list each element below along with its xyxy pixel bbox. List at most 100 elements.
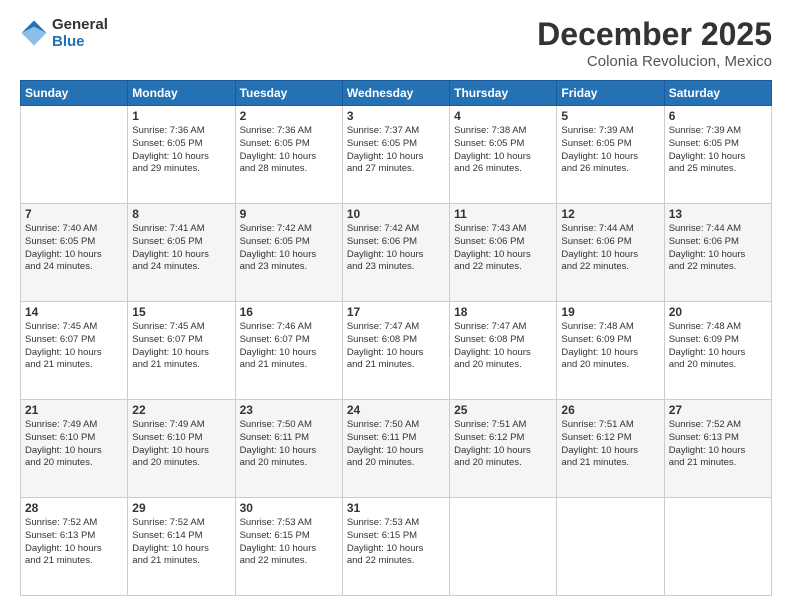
- calendar-header-thursday: Thursday: [450, 81, 557, 106]
- day-number: 6: [669, 109, 767, 123]
- day-info: Sunrise: 7:49 AM Sunset: 6:10 PM Dayligh…: [25, 419, 123, 470]
- calendar-header-wednesday: Wednesday: [342, 81, 449, 106]
- calendar-week-5: 28Sunrise: 7:52 AM Sunset: 6:13 PM Dayli…: [21, 498, 772, 596]
- calendar-cell: 11Sunrise: 7:43 AM Sunset: 6:06 PM Dayli…: [450, 204, 557, 302]
- calendar-cell: 2 Sunrise: 7:36 AM Sunset: 6:05 PM Daylig…: [235, 106, 342, 204]
- day-info: Sunrise: 7:52 AM Sunset: 6:13 PM Dayligh…: [25, 517, 123, 568]
- day-number: 1: [132, 109, 230, 123]
- calendar-cell: 9 Sunrise: 7:42 AM Sunset: 6:05 PM Daylig…: [235, 204, 342, 302]
- day-number: 22: [132, 403, 230, 417]
- subtitle: Colonia Revolucion, Mexico: [537, 53, 772, 70]
- day-info: Sunrise: 7:52 AM Sunset: 6:13 PM Dayligh…: [669, 419, 767, 470]
- calendar-cell: 21Sunrise: 7:49 AM Sunset: 6:10 PM Dayli…: [21, 400, 128, 498]
- day-number: 24: [347, 403, 445, 417]
- calendar-week-4: 21Sunrise: 7:49 AM Sunset: 6:10 PM Dayli…: [21, 400, 772, 498]
- day-number: 18: [454, 305, 552, 319]
- day-number: 19: [561, 305, 659, 319]
- calendar-header-friday: Friday: [557, 81, 664, 106]
- calendar-cell: 24 Sunrise: 7:50 AM Sunset: 6:11 PM Dayli…: [342, 400, 449, 498]
- day-number: 12: [561, 207, 659, 221]
- day-number: 11: [454, 207, 552, 221]
- day-info: Sunrise: 7:50 AM Sunset: 6:11 PM Dayligh…: [347, 419, 445, 470]
- day-info: Sunrise: 7:47 AM Sunset: 6:08 PM Dayligh…: [347, 321, 445, 372]
- day-number: 17: [347, 305, 445, 319]
- calendar-cell: 3 Sunrise: 7:37 AM Sunset: 6:05 PM Daylig…: [342, 106, 449, 204]
- day-info: Sunrise: 7:45 AM Sunset: 6:07 PM Dayligh…: [132, 321, 230, 372]
- day-info: Sunrise: 7:51 AM Sunset: 6:12 PM Dayligh…: [454, 419, 552, 470]
- logo: General Blue: [20, 16, 108, 50]
- day-info: Sunrise: 7:41 AM Sunset: 6:05 PM Dayligh…: [132, 223, 230, 274]
- day-number: 16: [240, 305, 338, 319]
- day-info: Sunrise: 7:37 AM Sunset: 6:05 PM Dayligh…: [347, 125, 445, 176]
- calendar-cell: 15 Sunrise: 7:45 AM Sunset: 6:07 PM Dayli…: [128, 302, 235, 400]
- day-info: Sunrise: 7:36 AM Sunset: 6:05 PM Dayligh…: [240, 125, 338, 176]
- day-number: 27: [669, 403, 767, 417]
- calendar-cell: 5 Sunrise: 7:39 AM Sunset: 6:05 PM Daylig…: [557, 106, 664, 204]
- calendar-cell: 1 Sunrise: 7:36 AM Sunset: 6:05 PM Daylig…: [128, 106, 235, 204]
- day-info: Sunrise: 7:42 AM Sunset: 6:05 PM Dayligh…: [240, 223, 338, 274]
- title-block: December 2025 Colonia Revolucion, Mexico: [537, 16, 772, 70]
- month-title: December 2025: [537, 16, 772, 53]
- calendar-cell: [450, 498, 557, 596]
- day-info: Sunrise: 7:53 AM Sunset: 6:15 PM Dayligh…: [240, 517, 338, 568]
- day-number: 8: [132, 207, 230, 221]
- calendar-cell: 19 Sunrise: 7:48 AM Sunset: 6:09 PM Dayli…: [557, 302, 664, 400]
- day-number: 5: [561, 109, 659, 123]
- calendar-cell: 27 Sunrise: 7:52 AM Sunset: 6:13 PM Dayli…: [664, 400, 771, 498]
- day-number: 15: [132, 305, 230, 319]
- calendar-cell: 8 Sunrise: 7:41 AM Sunset: 6:05 PM Daylig…: [128, 204, 235, 302]
- day-info: Sunrise: 7:47 AM Sunset: 6:08 PM Dayligh…: [454, 321, 552, 372]
- calendar-cell: 25Sunrise: 7:51 AM Sunset: 6:12 PM Dayli…: [450, 400, 557, 498]
- calendar-cell: 23 Sunrise: 7:50 AM Sunset: 6:11 PM Dayli…: [235, 400, 342, 498]
- calendar-header-monday: Monday: [128, 81, 235, 106]
- calendar-cell: 14Sunrise: 7:45 AM Sunset: 6:07 PM Dayli…: [21, 302, 128, 400]
- calendar-cell: 29 Sunrise: 7:52 AM Sunset: 6:14 PM Dayli…: [128, 498, 235, 596]
- day-info: Sunrise: 7:44 AM Sunset: 6:06 PM Dayligh…: [669, 223, 767, 274]
- day-number: 23: [240, 403, 338, 417]
- day-number: 29: [132, 501, 230, 515]
- day-info: Sunrise: 7:38 AM Sunset: 6:05 PM Dayligh…: [454, 125, 552, 176]
- calendar-cell: 10Sunrise: 7:42 AM Sunset: 6:06 PM Dayli…: [342, 204, 449, 302]
- page: General Blue December 2025 Colonia Revol…: [0, 0, 792, 612]
- day-info: Sunrise: 7:45 AM Sunset: 6:07 PM Dayligh…: [25, 321, 123, 372]
- day-info: Sunrise: 7:36 AM Sunset: 6:05 PM Dayligh…: [132, 125, 230, 176]
- calendar-week-2: 7 Sunrise: 7:40 AM Sunset: 6:05 PM Daylig…: [21, 204, 772, 302]
- day-info: Sunrise: 7:40 AM Sunset: 6:05 PM Dayligh…: [25, 223, 123, 274]
- day-number: 31: [347, 501, 445, 515]
- calendar-cell: 30 Sunrise: 7:53 AM Sunset: 6:15 PM Dayli…: [235, 498, 342, 596]
- day-info: Sunrise: 7:52 AM Sunset: 6:14 PM Dayligh…: [132, 517, 230, 568]
- day-info: Sunrise: 7:51 AM Sunset: 6:12 PM Dayligh…: [561, 419, 659, 470]
- day-number: 30: [240, 501, 338, 515]
- calendar-cell: 12 Sunrise: 7:44 AM Sunset: 6:06 PM Dayli…: [557, 204, 664, 302]
- calendar-header-tuesday: Tuesday: [235, 81, 342, 106]
- day-number: 2: [240, 109, 338, 123]
- logo-icon: [20, 19, 48, 47]
- calendar-cell: 13 Sunrise: 7:44 AM Sunset: 6:06 PM Dayli…: [664, 204, 771, 302]
- day-info: Sunrise: 7:50 AM Sunset: 6:11 PM Dayligh…: [240, 419, 338, 470]
- calendar-cell: 7 Sunrise: 7:40 AM Sunset: 6:05 PM Daylig…: [21, 204, 128, 302]
- day-number: 7: [25, 207, 123, 221]
- day-info: Sunrise: 7:48 AM Sunset: 6:09 PM Dayligh…: [669, 321, 767, 372]
- day-number: 13: [669, 207, 767, 221]
- calendar-header-row: SundayMondayTuesdayWednesdayThursdayFrid…: [21, 81, 772, 106]
- day-info: Sunrise: 7:48 AM Sunset: 6:09 PM Dayligh…: [561, 321, 659, 372]
- logo-text: General Blue: [52, 16, 108, 50]
- day-number: 9: [240, 207, 338, 221]
- day-number: 20: [669, 305, 767, 319]
- day-info: Sunrise: 7:46 AM Sunset: 6:07 PM Dayligh…: [240, 321, 338, 372]
- calendar-cell: 20 Sunrise: 7:48 AM Sunset: 6:09 PM Dayli…: [664, 302, 771, 400]
- day-info: Sunrise: 7:44 AM Sunset: 6:06 PM Dayligh…: [561, 223, 659, 274]
- calendar-cell: 4 Sunrise: 7:38 AM Sunset: 6:05 PM Daylig…: [450, 106, 557, 204]
- day-info: Sunrise: 7:42 AM Sunset: 6:06 PM Dayligh…: [347, 223, 445, 274]
- calendar-cell: 26Sunrise: 7:51 AM Sunset: 6:12 PM Dayli…: [557, 400, 664, 498]
- calendar-table: SundayMondayTuesdayWednesdayThursdayFrid…: [20, 80, 772, 596]
- day-info: Sunrise: 7:39 AM Sunset: 6:05 PM Dayligh…: [561, 125, 659, 176]
- calendar-cell: 22Sunrise: 7:49 AM Sunset: 6:10 PM Dayli…: [128, 400, 235, 498]
- calendar-cell: 16 Sunrise: 7:46 AM Sunset: 6:07 PM Dayli…: [235, 302, 342, 400]
- calendar-cell: [664, 498, 771, 596]
- day-number: 3: [347, 109, 445, 123]
- day-number: 4: [454, 109, 552, 123]
- calendar-cell: 6Sunrise: 7:39 AM Sunset: 6:05 PM Daylig…: [664, 106, 771, 204]
- calendar-week-3: 14Sunrise: 7:45 AM Sunset: 6:07 PM Dayli…: [21, 302, 772, 400]
- calendar-cell: 31Sunrise: 7:53 AM Sunset: 6:15 PM Dayli…: [342, 498, 449, 596]
